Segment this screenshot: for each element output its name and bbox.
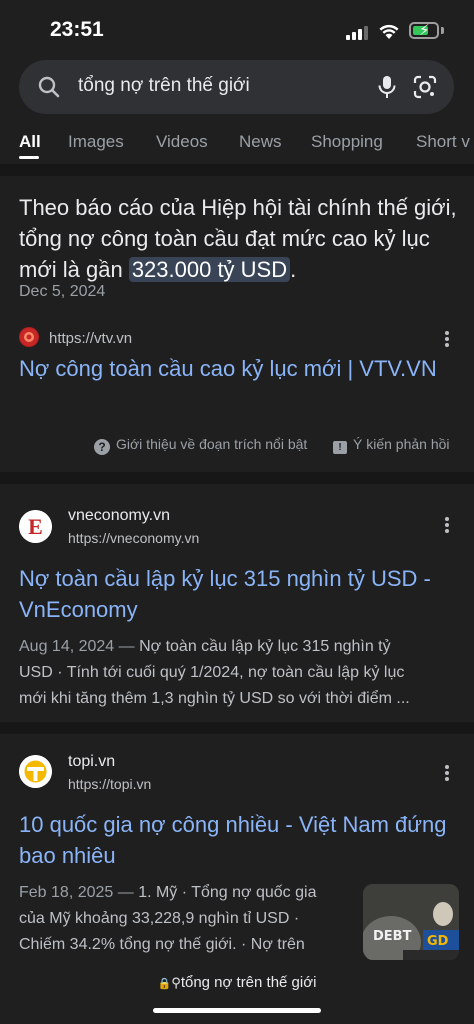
lock-icon: 🔒 [157, 978, 172, 990]
google-lens-icon[interactable] [412, 74, 438, 100]
feedback-icon: ! [333, 441, 347, 454]
status-time: 23:51 [50, 18, 104, 41]
search-bar[interactable]: tổng nợ trên thế giới [19, 60, 454, 114]
vneconomy-favicon-icon: E [19, 510, 52, 543]
home-indicator[interactable] [153, 1008, 321, 1013]
section-divider [0, 164, 474, 176]
result-date: Feb 18, 2025 [19, 884, 114, 901]
svg-text:GD: GD [427, 934, 449, 949]
result-date: Aug 14, 2024 [19, 638, 115, 655]
tab-short-videos[interactable]: Short v [416, 132, 470, 152]
tab-videos[interactable]: Videos [156, 132, 208, 152]
result-site-url[interactable]: https://topi.vn [68, 776, 151, 792]
vtv-favicon-icon [19, 327, 39, 347]
tab-images[interactable]: Images [68, 132, 124, 152]
search-icon [38, 76, 60, 98]
topi-favicon-icon [19, 755, 52, 788]
tab-news[interactable]: News [239, 132, 282, 152]
result-title[interactable]: 10 quốc gia nợ công nhiều - Việt Nam đứn… [19, 809, 459, 871]
svg-text:E: E [28, 514, 43, 539]
snippet-highlight: 323.000 tỷ USD [128, 257, 291, 282]
more-options-icon[interactable] [442, 765, 452, 785]
section-divider [0, 722, 474, 734]
battery-nub [441, 27, 444, 34]
battery-charging-icon: ⚡ [409, 22, 439, 39]
search-input[interactable]: tổng nợ trên thế giới [78, 75, 250, 97]
section-divider [0, 472, 474, 484]
help-icon: ? [94, 439, 110, 455]
wifi-icon [379, 24, 399, 39]
active-tab-indicator [19, 156, 39, 159]
tab-all[interactable]: All [19, 132, 41, 152]
browser-bottom-bar [0, 962, 474, 1024]
result-site-name[interactable]: vneconomy.vn [68, 507, 170, 525]
more-options-icon[interactable] [442, 331, 452, 351]
address-bar[interactable]: 🔒⚲tổng nợ trên thế giới [0, 974, 474, 991]
result-snippet: Aug 14, 2024 — Nợ toàn cầu lập kỷ lục 31… [19, 638, 410, 707]
result-snippet: Feb 18, 2025 — 1. Mỹ · Tổng nợ quốc gia … [19, 884, 317, 953]
result-thumbnail-image[interactable]: DEBT GD [363, 884, 459, 960]
more-options-icon[interactable] [442, 517, 452, 537]
result-site-name[interactable]: topi.vn [68, 753, 115, 771]
cellular-signal-icon [346, 26, 370, 40]
result-title[interactable]: Nợ toàn cầu lập kỷ lục 315 nghìn tỷ USD … [19, 563, 459, 625]
search-icon: ⚲ [171, 975, 181, 990]
featured-result-title[interactable]: Nợ công toàn cầu cao kỷ lục mới | VTV.VN [19, 353, 459, 384]
about-featured-snippet-link[interactable]: ? Giới thiệu về đoạn trích nổi bật [94, 436, 307, 455]
tab-shopping[interactable]: Shopping [311, 132, 383, 152]
featured-source-url[interactable]: https://vtv.vn [49, 330, 132, 347]
feedback-link[interactable]: ! Ý kiến phản hồi [333, 436, 450, 454]
featured-snippet-text: Theo báo cáo của Hiệp hội tài chính thế … [19, 195, 457, 282]
svg-text:DEBT: DEBT [373, 929, 412, 944]
search-tabs: All Images Videos News Shopping Short v [0, 128, 474, 162]
microphone-icon[interactable] [375, 74, 399, 100]
result-site-url[interactable]: https://vneconomy.vn [68, 530, 199, 546]
featured-date: Dec 5, 2024 [19, 283, 106, 300]
status-bar: 23:51 ⚡ [0, 0, 474, 56]
